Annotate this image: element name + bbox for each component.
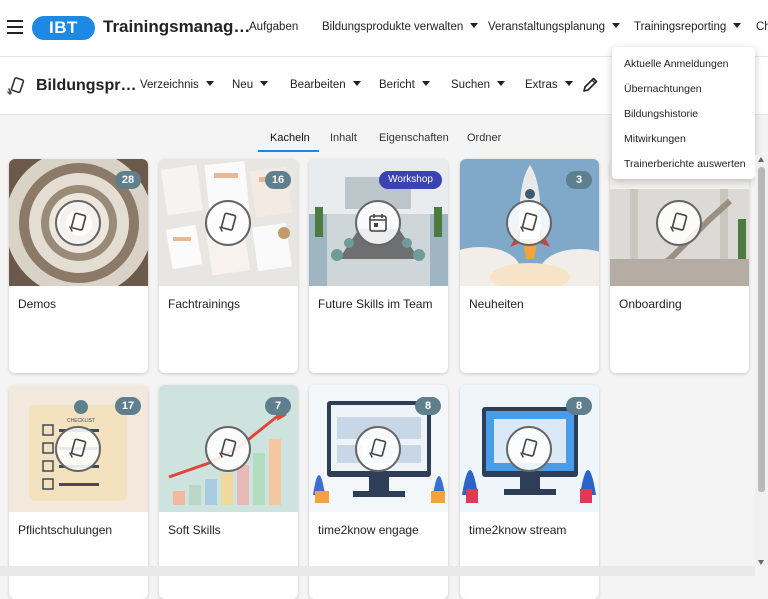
app-title: Trainingsmanag… [103, 17, 251, 36]
menu-item-aktuelle-anmeldungen[interactable]: Aktuelle Anmeldungen [624, 58, 729, 70]
menu-label: Verzeichnis [140, 79, 199, 91]
tile-fachtrainings[interactable]: 16 Fachtrainings [159, 159, 298, 373]
tile-label: time2know stream [469, 523, 567, 537]
menu-neu[interactable]: Neu [232, 79, 269, 91]
menu-suchen[interactable]: Suchen [451, 79, 506, 91]
pencil-icon[interactable] [581, 76, 599, 94]
menu-item-uebernachtungen[interactable]: Übernachtungen [624, 83, 702, 95]
chevron-down-icon [421, 81, 430, 86]
module-title: Bildungspr… [36, 77, 137, 94]
nav-label: Aufgaben [249, 21, 299, 33]
scroll-down-icon[interactable] [758, 560, 764, 565]
tile-label: Neuheiten [469, 297, 524, 311]
count-badge: 8 [566, 397, 592, 415]
chevron-down-icon [470, 23, 479, 28]
menu-label: Extras [525, 79, 558, 91]
vertical-scrollbar[interactable] [755, 155, 768, 567]
count-badge: 28 [115, 171, 141, 189]
checklist-image-text: CHECKLIST [67, 418, 95, 424]
nav-bildungsprodukte[interactable]: Bildungsprodukte verwalten [322, 21, 479, 33]
menu-bericht[interactable]: Bericht [379, 79, 430, 91]
bottom-edge [0, 566, 755, 576]
tile-label: Fachtrainings [168, 297, 241, 311]
count-badge: 7 [265, 397, 291, 415]
tab-eigenschaften[interactable]: Eigenschaften [379, 132, 449, 144]
tile-future-skills[interactable]: Workshop Future Skills im Team [309, 159, 448, 373]
device-touch-icon [7, 77, 25, 95]
tile-label: Soft Skills [168, 523, 221, 537]
tile-label: Future Skills im Team [318, 297, 433, 311]
tab-ordner[interactable]: Ordner [467, 132, 501, 144]
document-icon [205, 426, 251, 472]
chevron-down-icon [260, 81, 269, 86]
document-icon [205, 200, 251, 246]
menu-label: Neu [232, 79, 254, 91]
active-tab-indicator [258, 150, 319, 152]
count-badge: 17 [115, 397, 141, 415]
menu-label: Suchen [451, 79, 491, 91]
menu-bearbeiten[interactable]: Bearbeiten [290, 79, 361, 91]
count-badge: 8 [415, 397, 441, 415]
menu-verzeichnis[interactable]: Verzeichnis [140, 79, 214, 91]
menu-extras[interactable]: Extras [525, 79, 573, 91]
nav-trainingsreporting[interactable]: Trainingsreporting [634, 21, 742, 33]
scrollbar-thumb[interactable] [758, 167, 765, 492]
chevron-down-icon [564, 81, 573, 86]
nav-label: Bildungsprodukte verwalten [322, 21, 464, 33]
nav-label: Ch [756, 21, 768, 33]
chevron-down-icon [612, 23, 621, 28]
tile-onboarding[interactable]: Onboarding [610, 159, 749, 373]
menu-label: Bearbeiten [290, 79, 346, 91]
count-badge: 3 [566, 171, 592, 189]
menu-item-trainerberichte[interactable]: Trainerberichte auswerten [624, 158, 746, 170]
workshop-tag: Workshop [379, 171, 442, 189]
ibt-logo[interactable]: IBT [32, 16, 95, 40]
document-icon [656, 200, 702, 246]
tile-label: Pflichtschulungen [18, 523, 113, 537]
hamburger-menu-icon[interactable] [7, 20, 23, 34]
menu-item-bildungshistorie[interactable]: Bildungshistorie [624, 108, 698, 120]
tile-label: Onboarding [619, 297, 682, 311]
tab-kacheln[interactable]: Kacheln [270, 132, 310, 144]
scroll-up-icon[interactable] [758, 157, 764, 162]
tile-label: Demos [18, 297, 57, 311]
nav-label: Veranstaltungsplanung [488, 21, 606, 33]
chevron-down-icon [733, 23, 742, 28]
nav-aufgaben[interactable]: Aufgaben [249, 21, 298, 33]
count-badge: 16 [265, 171, 291, 189]
menu-item-mitwirkungen[interactable]: Mitwirkungen [624, 133, 686, 145]
trainingsreporting-dropdown: Aktuelle Anmeldungen Übernachtungen Bild… [612, 47, 755, 179]
calendar-icon [355, 200, 401, 246]
chevron-down-icon [497, 81, 506, 86]
tab-inhalt[interactable]: Inhalt [330, 132, 357, 144]
document-icon [55, 426, 101, 472]
document-icon [506, 200, 552, 246]
nav-veranstaltungsplanung[interactable]: Veranstaltungsplanung [488, 21, 621, 33]
document-icon [506, 426, 552, 472]
tile-neuheiten[interactable]: 3 Neuheiten [460, 159, 599, 373]
menu-label: Bericht [379, 79, 415, 91]
tile-label: time2know engage [318, 523, 419, 537]
nav-ch[interactable]: Ch [756, 21, 768, 33]
tile-demos[interactable]: 28 Demos [9, 159, 148, 373]
document-icon [55, 200, 101, 246]
chevron-down-icon [352, 81, 361, 86]
nav-label: Trainingsreporting [634, 21, 727, 33]
document-icon [355, 426, 401, 472]
chevron-down-icon [205, 81, 214, 86]
